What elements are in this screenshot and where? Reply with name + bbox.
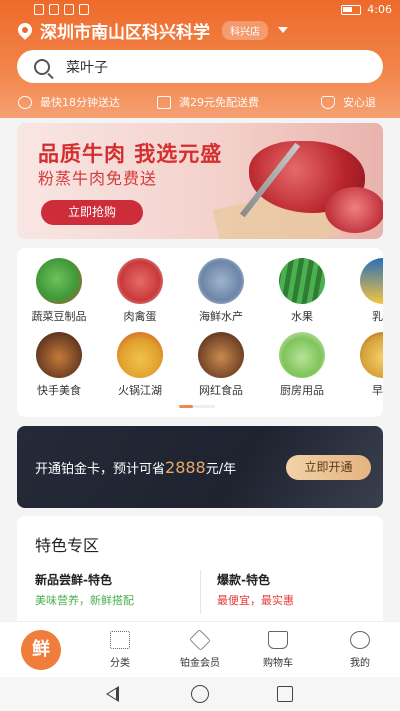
- shield-icon: [321, 95, 335, 109]
- member-savings-amount: 2888: [165, 458, 206, 477]
- tab-label: 购物车: [263, 658, 293, 669]
- tab-cart[interactable]: 购物车: [246, 628, 310, 669]
- perk-refund: 安心退: [321, 94, 376, 110]
- featured-item-desc: 美味营养，新鲜搭配: [35, 594, 134, 607]
- status-icons-right: 4:06: [341, 3, 392, 16]
- featured-item-hot[interactable]: 爆款-特色 最便宜，最实惠: [217, 571, 294, 608]
- search-input[interactable]: 菜叶子: [17, 50, 383, 83]
- vegetables-icon: [36, 258, 82, 304]
- category-meat-eggs[interactable]: 肉禽蛋: [100, 258, 180, 324]
- hotpot-icon: [117, 332, 163, 378]
- tab-label: 铂金会员: [180, 658, 220, 669]
- wifi-icon: [49, 4, 59, 15]
- tab-category[interactable]: 分类: [88, 628, 152, 669]
- quick-meal-icon: [36, 332, 82, 378]
- home-icon[interactable]: [191, 685, 209, 703]
- header: 4:06 深圳市南山区科兴科学 科兴店 菜叶子 最快18分钟送达 满29元免配送…: [0, 0, 400, 118]
- member-text-before: 开通铂金卡，预计可省: [35, 462, 166, 477]
- location-pin-icon: [15, 20, 35, 40]
- category-label: 海鲜水产: [199, 310, 243, 323]
- category-scroll-indicator: [179, 405, 215, 408]
- category-fruit[interactable]: 水果: [262, 258, 342, 324]
- perk-label: 最快18分钟送达: [40, 96, 120, 109]
- location-text: 深圳市南山区科兴科学: [40, 22, 210, 43]
- chevron-down-icon[interactable]: [278, 27, 288, 33]
- category-label: 蔬菜豆制品: [31, 310, 87, 323]
- cart-icon: [157, 95, 171, 109]
- category-quick-meals[interactable]: 快手美食: [19, 332, 99, 398]
- category-hotpot[interactable]: 火锅江湖: [100, 332, 180, 398]
- category-seafood[interactable]: 海鲜水产: [181, 258, 261, 324]
- bottom-tab-bar: 鲜 分类 铂金会员 购物车 我的: [0, 621, 400, 677]
- face-icon: [350, 631, 370, 649]
- search-placeholder: 菜叶子: [66, 59, 108, 76]
- category-label: 网红食品: [199, 384, 243, 397]
- kitchenware-icon: [279, 332, 325, 378]
- featured-item-name: 爆款-特色: [217, 573, 270, 587]
- category-vegetables[interactable]: 蔬菜豆制品: [19, 258, 99, 324]
- promo-banner[interactable]: 品质牛肉 我选元盛 粉蒸牛肉免费送 立即抢购: [17, 123, 383, 239]
- beef-slice-image: [325, 187, 383, 233]
- tab-label: 分类: [110, 658, 130, 669]
- tab-platinum-member[interactable]: 铂金会员: [168, 628, 232, 669]
- featured-item-new[interactable]: 新品尝鲜-特色 美味营养，新鲜搭配: [35, 571, 134, 608]
- banner-subtitle: 粉蒸牛肉免费送: [38, 169, 158, 188]
- perk-delivery-time: 最快18分钟送达: [18, 94, 120, 110]
- cloud-icon: [64, 4, 74, 15]
- banner-title: 品质牛肉 我选元盛: [38, 142, 223, 166]
- recent-apps-icon[interactable]: [277, 686, 293, 702]
- perk-free-delivery: 满29元免配送费: [157, 94, 259, 110]
- member-offer-text: 开通铂金卡，预计可省2888元/年: [35, 458, 236, 477]
- category-kitchenware[interactable]: 厨房用品: [262, 332, 342, 398]
- breakfast-icon: [360, 332, 383, 378]
- category-label: 厨房用品: [280, 384, 324, 397]
- status-icons-left: [34, 4, 89, 15]
- category-trending-food[interactable]: 网红食品: [181, 332, 261, 398]
- category-label: 火锅江湖: [118, 384, 162, 397]
- seafood-icon: [198, 258, 244, 304]
- tab-label: 我的: [350, 658, 370, 669]
- clock-icon: [18, 95, 32, 109]
- buy-now-button[interactable]: 立即抢购: [41, 200, 143, 225]
- notification-icon: [34, 4, 44, 15]
- snack-icon: [198, 332, 244, 378]
- member-text-after: 元/年: [205, 462, 237, 477]
- featured-item-desc: 最便宜，最实惠: [217, 594, 294, 607]
- grid-icon: [110, 631, 130, 649]
- perk-label: 满29元免配送费: [179, 96, 259, 109]
- search-icon: [34, 58, 50, 75]
- back-icon[interactable]: [106, 686, 119, 702]
- category-label: 肉禽蛋: [123, 310, 157, 323]
- status-time: 4:06: [367, 3, 392, 16]
- battery-icon: [341, 4, 362, 15]
- tab-home[interactable]: 鲜: [21, 630, 61, 670]
- cart-icon: [268, 631, 288, 649]
- meat-icon: [117, 258, 163, 304]
- watermelon-icon: [279, 258, 325, 304]
- featured-item-name: 新品尝鲜-特色: [35, 573, 112, 587]
- dairy-icon: [360, 258, 383, 304]
- category-label: 水果: [291, 310, 313, 323]
- perk-strip: 最快18分钟送达 满29元免配送费 安心退: [0, 91, 400, 111]
- category-label: 早餐: [372, 384, 383, 397]
- category-label: 快手美食: [37, 384, 81, 397]
- category-dairy[interactable]: 乳品: [343, 258, 383, 324]
- store-badge: 科兴店: [222, 20, 268, 40]
- shield-status-icon: [79, 4, 89, 15]
- tab-profile[interactable]: 我的: [328, 628, 392, 669]
- diamond-icon: [189, 629, 211, 651]
- perk-label: 安心退: [343, 96, 376, 109]
- system-nav-bar: [0, 677, 400, 711]
- featured-divider: [200, 570, 201, 614]
- location-selector[interactable]: 深圳市南山区科兴科学 科兴店: [15, 18, 288, 43]
- open-membership-button[interactable]: 立即开通: [286, 455, 371, 480]
- category-breakfast[interactable]: 早餐: [343, 332, 383, 398]
- category-grid: 蔬菜豆制品 肉禽蛋 海鲜水产 水果 乳品 快手美食 火锅江湖 网红食品 厨房用品…: [17, 248, 383, 417]
- featured-title: 特色专区: [35, 536, 100, 555]
- category-label: 乳品: [372, 310, 383, 323]
- platinum-card-promo[interactable]: 开通铂金卡，预计可省2888元/年 立即开通: [17, 426, 383, 508]
